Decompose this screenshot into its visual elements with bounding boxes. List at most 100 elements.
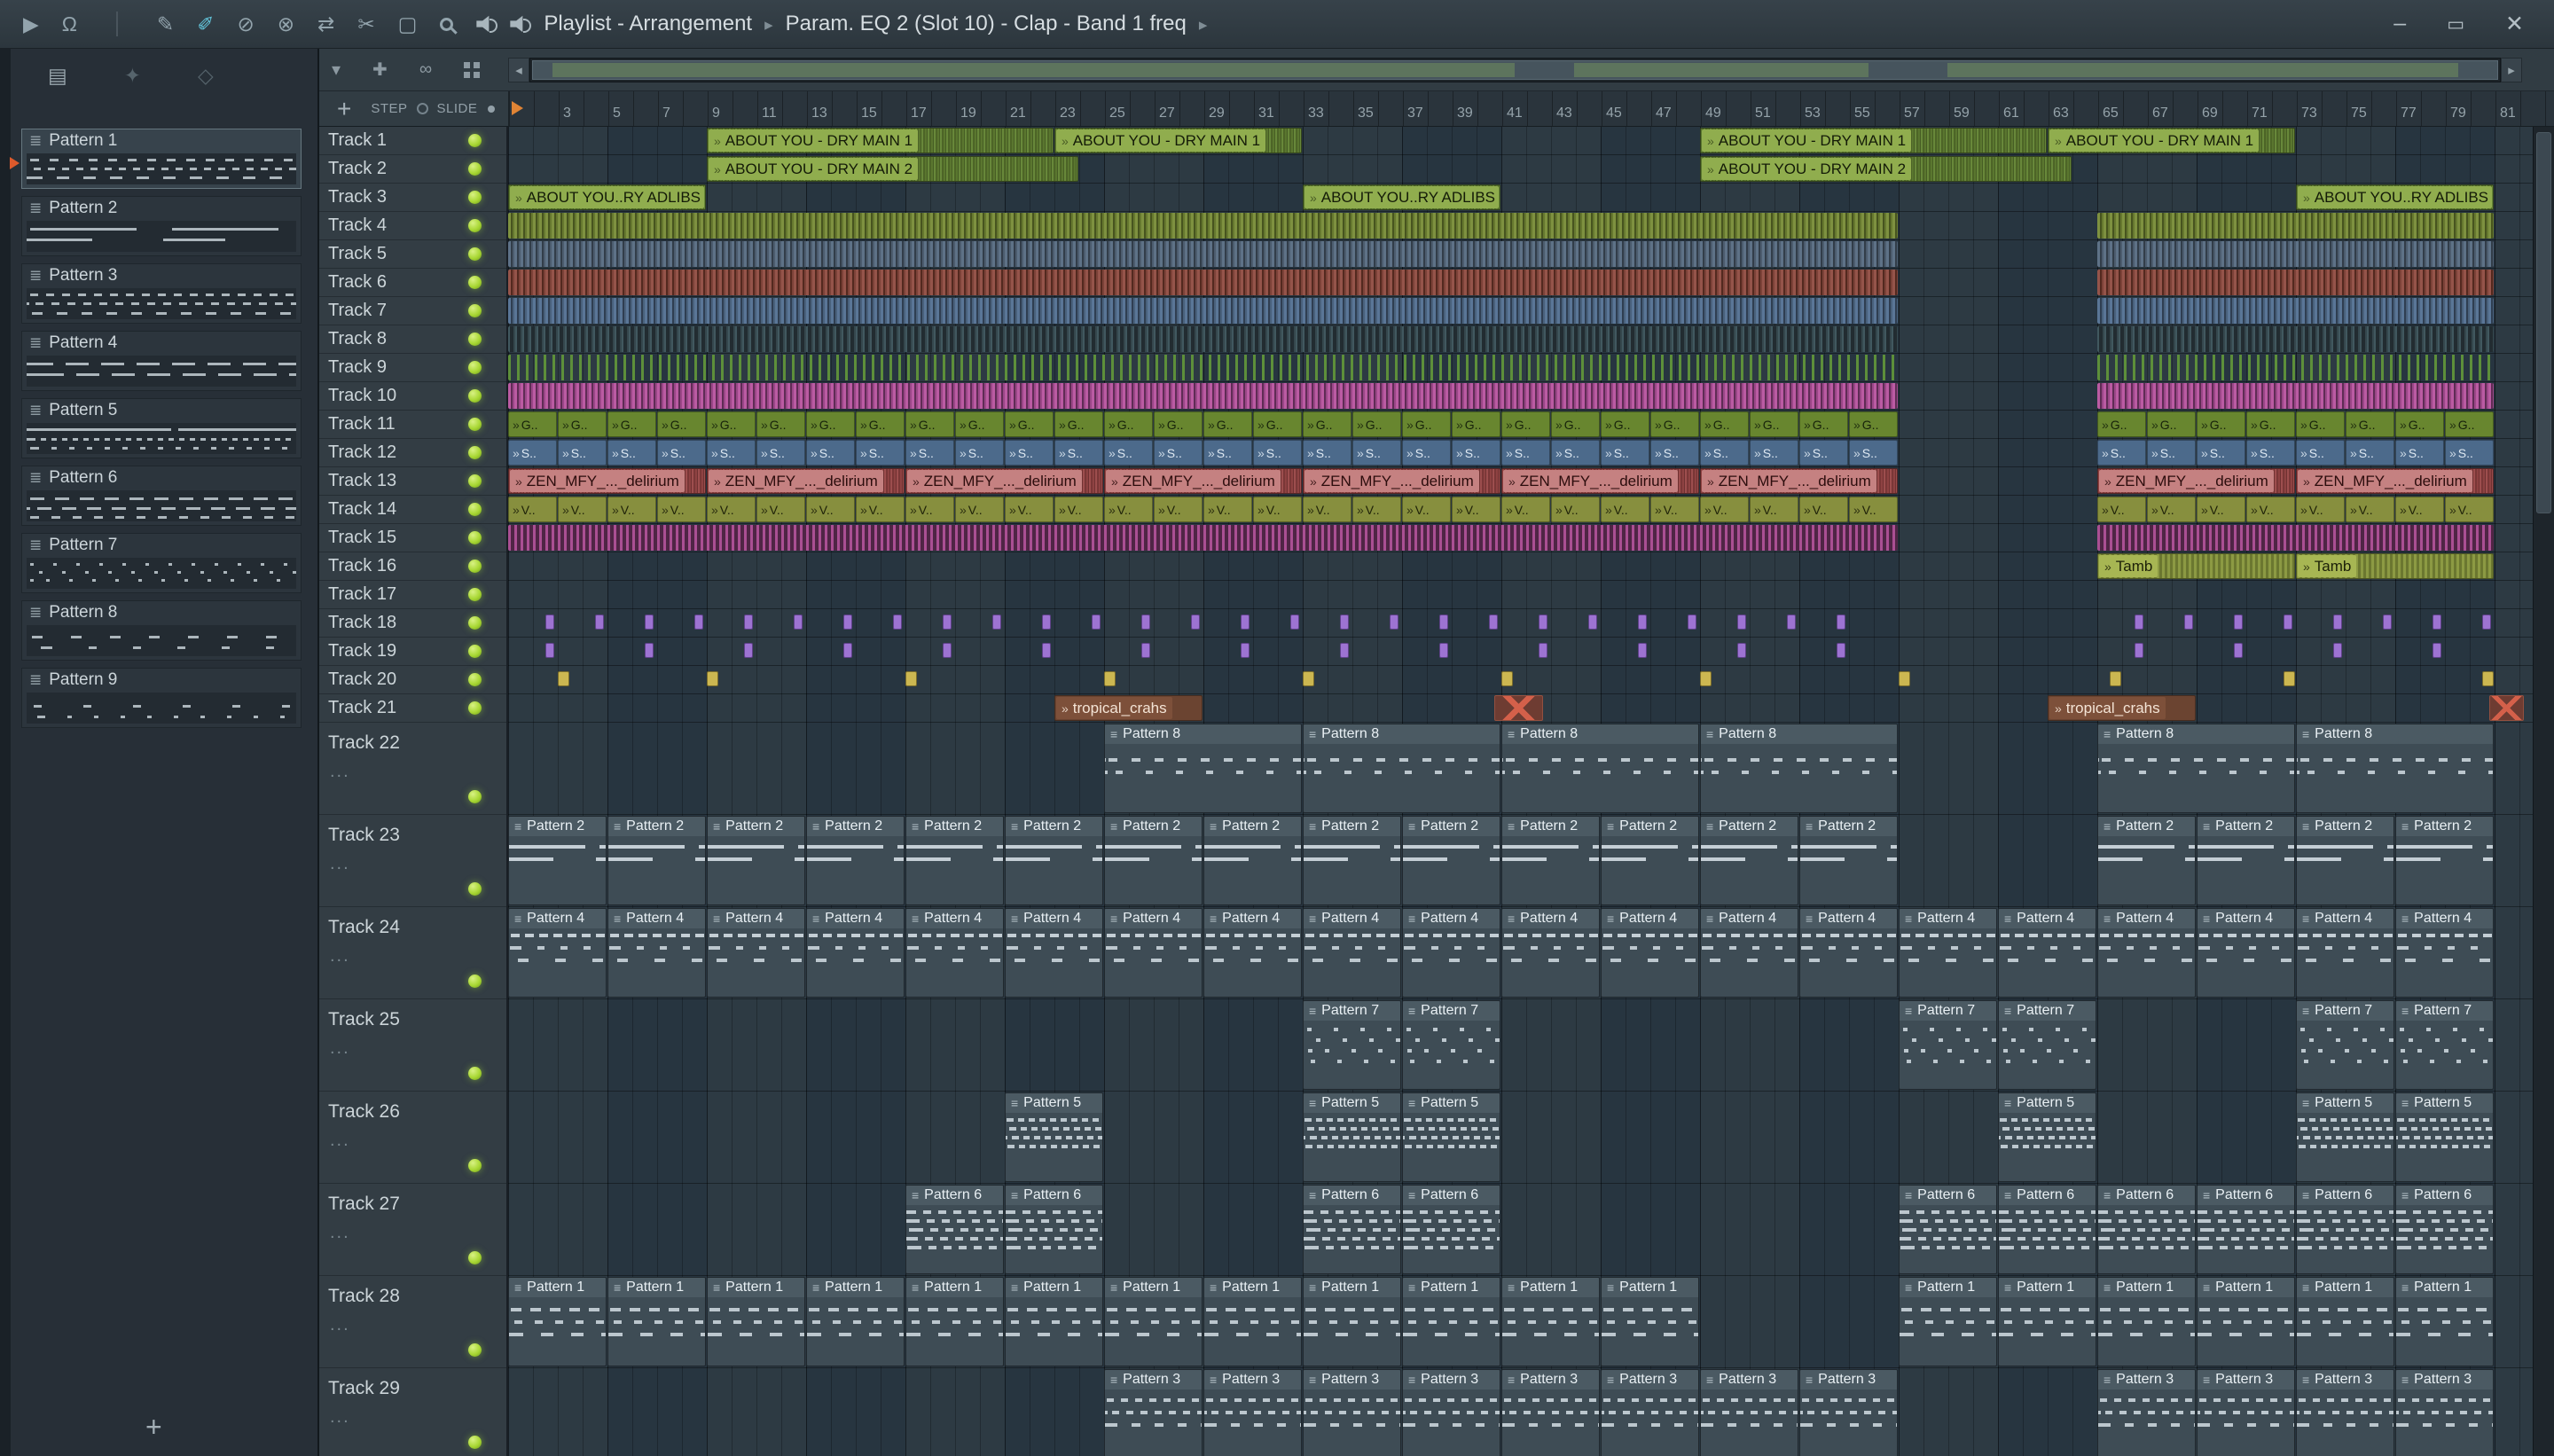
clip[interactable] bbox=[2383, 614, 2393, 630]
clip[interactable] bbox=[744, 643, 754, 658]
clip[interactable]: » S.. bbox=[2346, 440, 2394, 466]
clip[interactable]: ≡ Pattern 2 bbox=[2197, 816, 2295, 905]
clip[interactable]: ≡ Pattern 5 bbox=[1402, 1092, 1500, 1182]
clip[interactable]: ≡ Pattern 1 bbox=[2097, 1277, 2196, 1366]
clip[interactable]: ≡ Pattern 1 bbox=[607, 1277, 706, 1366]
clip[interactable]: ≡ Pattern 3 bbox=[1601, 1369, 1699, 1456]
pattern-item[interactable]: ≣ Pattern 4 bbox=[21, 331, 302, 391]
clip[interactable]: » G.. bbox=[1551, 411, 1600, 437]
pattern-item[interactable]: ≣ Pattern 3 bbox=[21, 263, 302, 324]
clip[interactable] bbox=[1638, 614, 1648, 630]
paint-brush-icon[interactable]: ✐ bbox=[197, 13, 214, 35]
track-mute-led[interactable] bbox=[468, 1436, 482, 1449]
track-mute-led[interactable] bbox=[468, 673, 482, 686]
clip[interactable]: » S.. bbox=[607, 440, 656, 466]
scrollbar-track[interactable] bbox=[529, 57, 2501, 82]
clip[interactable] bbox=[1141, 643, 1151, 658]
track-header[interactable]: Track 10 bbox=[319, 382, 506, 411]
clip[interactable]: ≡ Pattern 1 bbox=[1601, 1277, 1699, 1366]
clip[interactable]: » S.. bbox=[1750, 440, 1798, 466]
clip[interactable]: » G.. bbox=[1203, 411, 1252, 437]
clip[interactable]: ≡ Pattern 6 bbox=[2097, 1185, 2196, 1274]
clip[interactable]: ≡ Pattern 2 bbox=[1601, 816, 1699, 905]
clip[interactable]: » V.. bbox=[2246, 497, 2295, 522]
clip[interactable]: » V.. bbox=[1700, 497, 1749, 522]
clip[interactable] bbox=[992, 614, 1002, 630]
clip[interactable]: » G.. bbox=[1799, 411, 1848, 437]
clip[interactable] bbox=[545, 643, 555, 658]
track-mute-led[interactable] bbox=[468, 616, 482, 630]
clip[interactable]: ≡ Pattern 1 bbox=[905, 1277, 1004, 1366]
clip[interactable]: » V.. bbox=[1849, 497, 1898, 522]
track-mute-led[interactable] bbox=[468, 503, 482, 516]
clip[interactable]: » V.. bbox=[2296, 497, 2345, 522]
zoom-magnifier-icon[interactable] bbox=[440, 17, 454, 31]
clip[interactable]: ≡ Pattern 2 bbox=[2097, 816, 2196, 905]
clip[interactable]: ≡ Pattern 4 bbox=[1601, 908, 1699, 998]
pattern-item[interactable]: ≣ Pattern 2 bbox=[21, 196, 302, 256]
clip[interactable] bbox=[744, 614, 754, 630]
clip[interactable]: » G.. bbox=[756, 411, 805, 437]
slice-icon[interactable]: ✂ bbox=[357, 13, 374, 35]
clip[interactable]: » S.. bbox=[707, 440, 756, 466]
clip[interactable] bbox=[1340, 643, 1350, 658]
track-mute-led[interactable] bbox=[468, 531, 482, 544]
clip[interactable]: » V.. bbox=[1303, 497, 1351, 522]
clip[interactable] bbox=[1092, 614, 1101, 630]
pattern-item[interactable]: ≣ Pattern 5 bbox=[21, 398, 302, 458]
clip[interactable] bbox=[645, 614, 654, 630]
clip[interactable]: ≡ Pattern 6 bbox=[2296, 1185, 2394, 1274]
playback-preview-speaker-icon[interactable] bbox=[476, 14, 498, 34]
clip[interactable]: » V.. bbox=[2147, 497, 2196, 522]
clip[interactable]: ≡ Pattern 2 bbox=[1402, 816, 1500, 905]
track-header[interactable]: Track 17 bbox=[319, 581, 506, 609]
clip[interactable]: ≡ Pattern 4 bbox=[2197, 908, 2295, 998]
clip[interactable] bbox=[508, 355, 1898, 380]
clip[interactable]: ≡ Pattern 1 bbox=[1303, 1277, 1401, 1366]
track-header[interactable]: Track 1 bbox=[319, 127, 506, 155]
track-mute-led[interactable] bbox=[468, 790, 482, 803]
track-header[interactable]: Track 6 bbox=[319, 269, 506, 297]
step-toggle[interactable] bbox=[416, 103, 428, 114]
clip[interactable]: ≡ Pattern 2 bbox=[806, 816, 905, 905]
clip[interactable]: ≡ Pattern 7 bbox=[1402, 1000, 1500, 1090]
track-header[interactable]: Track 9 bbox=[319, 354, 506, 382]
clip[interactable]: ≡ Pattern 1 bbox=[2395, 1277, 2494, 1366]
clip[interactable]: » G.. bbox=[707, 411, 756, 437]
clip[interactable]: » G.. bbox=[806, 411, 855, 437]
clip[interactable]: » ZEN_MFY_..._delirium bbox=[905, 468, 1103, 494]
clip[interactable] bbox=[1390, 614, 1399, 630]
clip[interactable]: » G.. bbox=[508, 411, 557, 437]
clip[interactable]: » S.. bbox=[2097, 440, 2146, 466]
clip[interactable] bbox=[2489, 695, 2524, 721]
clip[interactable] bbox=[2135, 643, 2144, 658]
track-header[interactable]: Track 16 bbox=[319, 552, 506, 581]
clip[interactable]: » G.. bbox=[2197, 411, 2245, 437]
clip[interactable]: » V.. bbox=[955, 497, 1004, 522]
clip[interactable] bbox=[2234, 614, 2244, 630]
diamond-filter-icon[interactable]: ◇ bbox=[198, 64, 214, 88]
clip[interactable]: » V.. bbox=[905, 497, 954, 522]
vertical-scrollbar-thumb[interactable] bbox=[2536, 132, 2551, 513]
clip[interactable]: ≡ Pattern 7 bbox=[1899, 1000, 1997, 1090]
clip[interactable] bbox=[943, 643, 952, 658]
clip[interactable] bbox=[1539, 614, 1548, 630]
clip[interactable]: ≡ Pattern 1 bbox=[1998, 1277, 2096, 1366]
clip[interactable]: » S.. bbox=[1551, 440, 1600, 466]
clip[interactable]: ≡ Pattern 8 bbox=[1104, 724, 1302, 813]
clip[interactable]: » S.. bbox=[1799, 440, 1848, 466]
track-header[interactable]: Track 19 bbox=[319, 638, 506, 666]
scrollbar-thumb[interactable] bbox=[532, 59, 2498, 80]
clip[interactable] bbox=[1191, 614, 1201, 630]
clip[interactable]: » G.. bbox=[1104, 411, 1153, 437]
clip[interactable] bbox=[1042, 643, 1052, 658]
clip[interactable]: » V.. bbox=[2395, 497, 2444, 522]
track-mute-led[interactable] bbox=[468, 1159, 482, 1172]
clip[interactable]: » V.. bbox=[558, 497, 607, 522]
clip[interactable]: ≡ Pattern 3 bbox=[1402, 1369, 1500, 1456]
clip[interactable]: » ZEN_MFY_..._delirium bbox=[1303, 468, 1500, 494]
track-header[interactable]: Track 25... bbox=[319, 999, 506, 1092]
clip[interactable]: » V.. bbox=[1104, 497, 1153, 522]
clip[interactable]: » Tamb bbox=[2097, 553, 2295, 579]
pattern-item[interactable]: ≣ Pattern 9 bbox=[21, 668, 302, 728]
